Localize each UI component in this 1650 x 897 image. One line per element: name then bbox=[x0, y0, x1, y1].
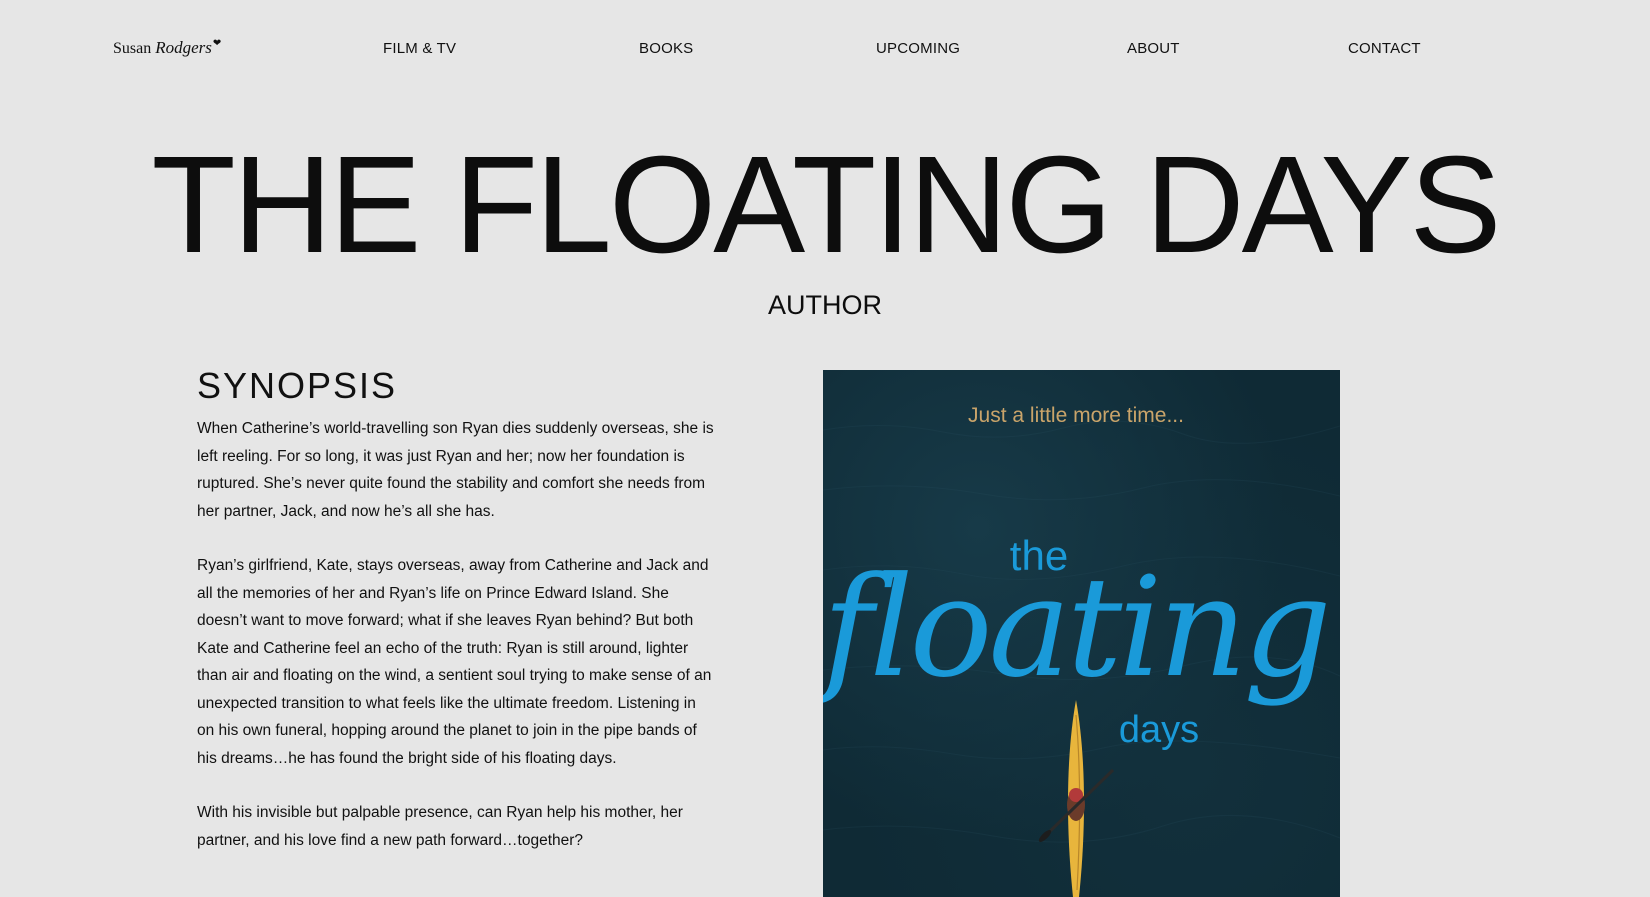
book-role: AUTHOR bbox=[768, 290, 882, 320]
site-logo[interactable]: Susan Rodgers❤ bbox=[113, 38, 221, 58]
book-cover-image: Just a little more time... the floating … bbox=[823, 370, 1340, 897]
synopsis-paragraph: With his invisible but palpable presence… bbox=[197, 804, 683, 849]
logo-last-name: Rodgers bbox=[155, 38, 212, 57]
nav-books[interactable]: BOOKS bbox=[639, 40, 693, 57]
logo-first-name: Susan bbox=[113, 40, 152, 57]
book-title: THE FLOATING DAYS bbox=[151, 128, 1501, 282]
synopsis-paragraph: Ryan’s girlfriend, Kate, stays overseas,… bbox=[197, 557, 712, 767]
nav-about[interactable]: ABOUT bbox=[1127, 40, 1180, 57]
synopsis-section: SYNOPSIS When Catherine’s world-travelli… bbox=[197, 365, 717, 881]
synopsis-heading: SYNOPSIS bbox=[197, 365, 398, 406]
kayak-icon bbox=[1038, 700, 1115, 897]
cover-title-end: days bbox=[1119, 709, 1199, 751]
site-header: Susan Rodgers❤ FILM & TV BOOKS UPCOMING … bbox=[0, 0, 1650, 100]
nav-upcoming[interactable]: UPCOMING bbox=[876, 40, 960, 57]
nav-contact[interactable]: CONTACT bbox=[1348, 40, 1421, 57]
cover-title-script: floating bbox=[823, 547, 1328, 708]
nav-film-tv[interactable]: FILM & TV bbox=[383, 40, 456, 57]
cover-tagline: Just a little more time... bbox=[968, 404, 1184, 427]
synopsis-paragraph: When Catherine’s world-travelling son Ry… bbox=[197, 420, 714, 520]
heart-icon: ❤ bbox=[212, 38, 222, 49]
